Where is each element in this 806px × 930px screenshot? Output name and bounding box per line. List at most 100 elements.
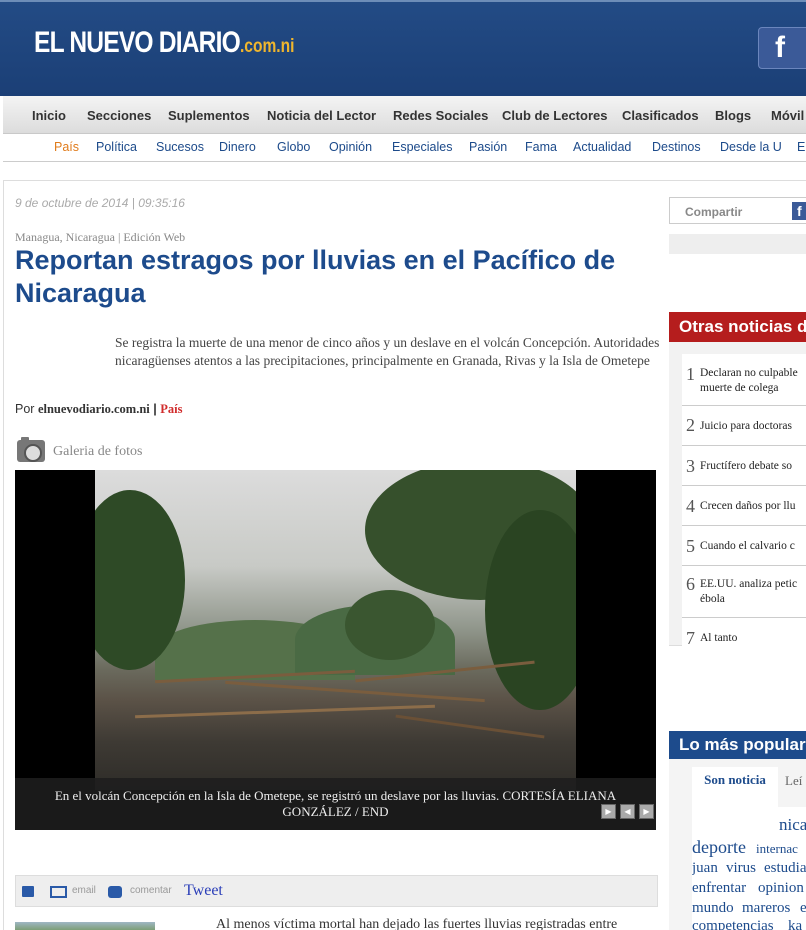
tab-leidas[interactable]: Leí [785,773,802,789]
article-byline: Por elnuevodiario.com.ni | País [15,402,182,417]
tag-cloud: nica deporte internac juan virus estudia… [692,807,806,930]
compartir-box[interactable]: Compartir f [669,197,806,224]
otras-noticias-panel: 1 Declaran no culpable muerte de colega … [669,342,806,658]
tag-link[interactable]: mundo [692,900,734,917]
nav-item-inicio[interactable]: Inicio [32,108,66,123]
list-item-title[interactable]: Cuando el calvario c [700,539,806,554]
nav-item-redes-sociales[interactable]: Redes Sociales [393,108,488,123]
list-item-title-cont[interactable]: ébola [700,592,806,607]
article-summary: Se registra la muerte de una menor de ci… [115,335,660,368]
subnav-item-destinos[interactable]: Destinos [652,140,701,154]
subnav-item-dinero[interactable]: Dinero [219,140,256,154]
main-navigation: Inicio Secciones Suplementos Noticia del… [3,96,806,134]
lo-mas-popular-title: Lo más popular [669,731,806,759]
list-item-title[interactable]: Crecen daños por llu [700,499,806,514]
share-toolbar: email comentar Tweet [15,875,658,907]
subnav-item-opinion[interactable]: Opinión [329,140,372,154]
camera-icon [17,437,45,462]
list-item-number: 2 [686,415,695,435]
compartir-label: Compartir [685,205,743,219]
nav-item-suplementos[interactable]: Suplementos [168,108,250,123]
list-item[interactable]: 5 Cuando el calvario c [682,526,806,566]
article-headline: Reportan estragos por lluvias en el Pací… [15,245,616,308]
section-navigation: País Política Sucesos Dinero Globo Opini… [3,134,806,162]
print-icon[interactable] [22,886,34,897]
gallery-prev-icon[interactable]: ◀ [620,804,635,819]
nav-item-noticia-del-lector[interactable]: Noticia del Lector [267,108,376,123]
photo-caption: En el volcán Concepción en la Isla de Om… [15,778,656,830]
logo-main-text: EL NUEVO DIARIO [34,26,241,59]
byline-section-link[interactable]: País [160,402,182,416]
tag-link[interactable]: enfrentar [692,880,746,897]
nav-item-clasificados[interactable]: Clasificados [622,108,699,123]
subnav-item-especiales[interactable]: Especiales [392,140,452,154]
site-logo[interactable]: EL NUEVO DIARIO.com.ni [34,26,294,60]
tab-son-noticia[interactable]: Son noticia [692,767,778,807]
tag-link[interactable]: internac [756,841,798,857]
nav-item-movil[interactable]: Móvil [771,108,804,123]
list-item-number: 4 [686,496,695,516]
tag-link[interactable]: nica [779,815,806,835]
email-label[interactable]: email [72,885,96,896]
logo-domain-text: .com.ni [239,36,295,57]
gallery-next-icon[interactable]: ▶ [639,804,654,819]
tag-link[interactable]: juan [692,860,718,877]
subnav-item-en[interactable]: En [797,140,806,154]
article-location: Managua, Nicaragua | Edición Web [15,230,186,244]
nav-item-secciones[interactable]: Secciones [87,108,151,123]
subnav-item-actualidad[interactable]: Actualidad [573,140,631,154]
list-item-number: 1 [686,364,695,384]
list-item-number: 3 [686,456,695,476]
facebook-icon[interactable]: f [758,27,806,69]
tag-link[interactable]: e [800,900,806,917]
list-item-number: 7 [686,628,695,648]
list-item[interactable]: 4 Crecen daños por llu [682,486,806,526]
tweet-button[interactable]: Tweet [184,882,223,900]
tag-link[interactable]: virus [726,860,756,877]
subnav-item-globo[interactable]: Globo [277,140,310,154]
comment-icon[interactable] [108,886,122,898]
gallery-play-icon[interactable]: ▶ [601,804,616,819]
tag-link[interactable]: competencias [692,918,774,930]
list-item-title[interactable]: Fructífero debate so [700,459,806,474]
tag-link[interactable]: opinion [758,880,804,897]
gallery-label-text: Galeria de fotos [53,444,143,459]
site-header: EL NUEVO DIARIO.com.ni f [0,0,806,96]
list-item-title[interactable]: EE.UU. analiza petic [700,577,806,592]
list-item[interactable]: 2 Juicio para doctoras [682,406,806,446]
byline-prefix: Por [15,402,35,416]
list-item-title-cont[interactable]: muerte de colega [700,381,806,396]
byline-separator: | [153,402,157,416]
gallery-photo [95,470,576,790]
subnav-item-pais[interactable]: País [54,140,79,154]
subnav-item-sucesos[interactable]: Sucesos [156,140,204,154]
tag-link[interactable]: mareros [742,900,790,917]
list-item-number: 5 [686,536,695,556]
email-icon[interactable] [50,886,67,898]
list-item[interactable]: 6 EE.UU. analiza petic ébola [682,566,806,618]
article-date: 9 de octubre de 2014 | 09:35:16 [15,196,185,210]
subnav-item-pasion[interactable]: Pasión [469,140,507,154]
comment-label[interactable]: comentar [130,885,172,896]
list-item[interactable]: 7 Al tanto [682,618,806,658]
subnav-item-politica[interactable]: Política [96,140,137,154]
nav-item-blogs[interactable]: Blogs [715,108,751,123]
list-item-number: 6 [686,574,695,594]
list-item[interactable]: 3 Fructífero debate so [682,446,806,486]
list-item-title[interactable]: Al tanto [700,631,806,646]
facebook-share-icon[interactable]: f [792,202,806,220]
article-body: Al menos víctima mortal han dejado las f… [216,917,618,930]
tag-link[interactable]: ka [788,918,802,930]
photo-gallery[interactable]: En el volcán Concepción en la Isla de Om… [15,470,656,830]
subnav-item-fama[interactable]: Fama [525,140,557,154]
otras-noticias-title: Otras noticias d [669,312,806,342]
nav-item-club-de-lectores[interactable]: Club de Lectores [502,108,607,123]
body-thumbnail[interactable] [15,922,155,930]
tag-link[interactable]: deporte [692,837,746,858]
subnav-item-desde-la-u[interactable]: Desde la U [720,140,782,154]
list-item[interactable]: 1 Declaran no culpable muerte de colega [682,354,806,406]
list-item-title[interactable]: Declaran no culpable [700,366,806,381]
lo-mas-popular-panel: Son noticia Leí nica deporte internac ju… [669,759,806,930]
list-item-title[interactable]: Juicio para doctoras [700,419,806,434]
tag-link[interactable]: estudia [764,860,806,877]
